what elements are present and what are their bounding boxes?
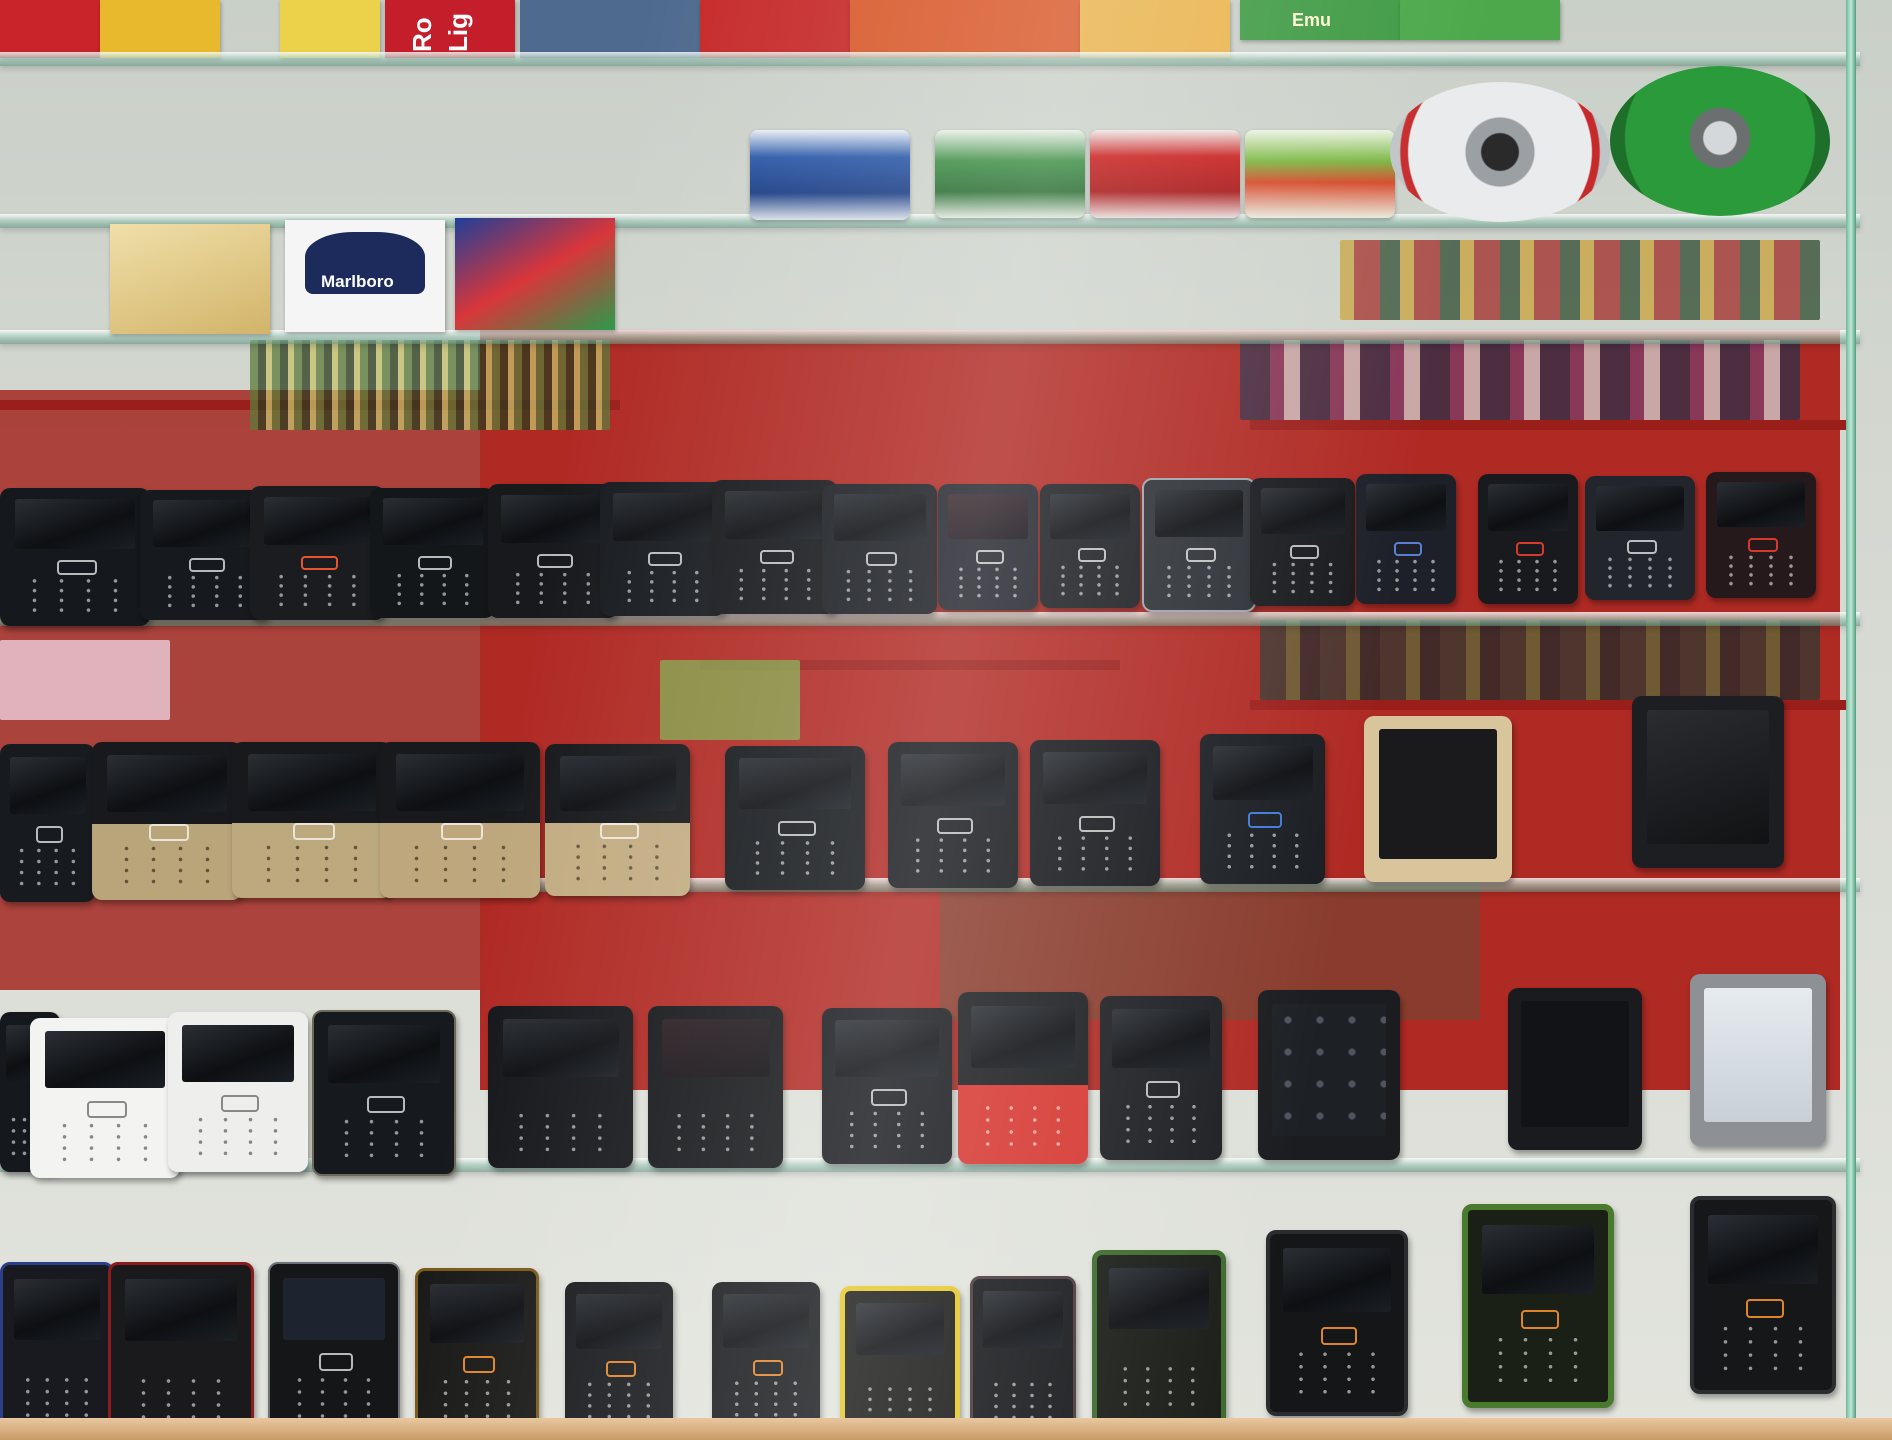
green-round-speaker: [1610, 66, 1830, 216]
bg-products: [660, 660, 800, 740]
gold-feature-phone: [232, 742, 392, 898]
feature-phone: [0, 488, 150, 626]
feature-phone: [600, 482, 725, 616]
white-feature-phone: [168, 1012, 308, 1172]
product-box: [850, 0, 1080, 58]
rugged-phone: [0, 1262, 114, 1438]
feature-phone: [312, 1010, 456, 1176]
feature-phone: [488, 1006, 633, 1168]
feature-phone: [370, 488, 495, 618]
feature-phone: [250, 486, 385, 620]
feature-phone: [725, 746, 865, 890]
bg-products: [1240, 340, 1800, 420]
smartphone: [1508, 988, 1642, 1150]
product-box: Emu: [1240, 0, 1400, 40]
product-box: [520, 0, 700, 58]
feature-phone: [1200, 734, 1325, 884]
box-label: Lig: [443, 13, 473, 52]
product-box: [0, 0, 100, 58]
feature-phone: [1142, 478, 1256, 612]
rugged-phone: [1690, 1196, 1836, 1394]
feature-phone: [648, 1006, 783, 1168]
product-box: [100, 0, 220, 58]
product-box: [1400, 0, 1560, 40]
gold-feature-phone: [92, 742, 242, 900]
bg-products: [1340, 240, 1820, 320]
white-feature-phone: [30, 1018, 180, 1178]
rugged-phone-green: [1092, 1250, 1226, 1428]
mobile-phone-display-case: Ro Lig Emu Marlboro: [0, 0, 1892, 1440]
feature-phone: [1585, 476, 1695, 600]
rugged-phone: [415, 1268, 539, 1438]
feature-phone: [1100, 996, 1222, 1160]
feature-phone: [822, 484, 937, 614]
feature-phone: [0, 744, 95, 902]
display-case-base: [0, 1418, 1892, 1440]
box-label: Marlboro: [321, 272, 394, 291]
bg-products: [250, 340, 610, 430]
rugged-phone: [565, 1282, 673, 1434]
feature-phone: [488, 484, 618, 618]
tablet-phone: [1632, 696, 1784, 868]
feature-phone: [1706, 472, 1816, 598]
rugged-phone: [108, 1262, 254, 1440]
box-label: Ro: [407, 17, 437, 52]
gold-feature-phone: [545, 744, 690, 896]
gold-feature-phone: [380, 742, 540, 898]
rugged-phone-green: [1462, 1204, 1614, 1408]
feature-phone: [1250, 478, 1355, 606]
feature-phone: [712, 480, 837, 614]
rugged-phone: [1266, 1230, 1408, 1416]
product-box: [455, 218, 615, 330]
glass-shelf: [0, 52, 1860, 66]
pepsi-speaker: [750, 130, 910, 220]
feature-phone: [888, 742, 1018, 888]
feature-phone: [1478, 474, 1578, 604]
feature-phone: [822, 1008, 952, 1164]
product-box: Ro Lig: [385, 0, 515, 58]
product-box: [1080, 0, 1230, 58]
red-feature-phone: [958, 992, 1088, 1164]
sprite-speaker: [935, 130, 1085, 218]
feature-phone: [1030, 740, 1160, 886]
glass-shelf: [0, 214, 1860, 228]
rugged-phone: [712, 1282, 820, 1432]
smartphone-silver: [1690, 974, 1826, 1146]
rugged-phone: [970, 1276, 1076, 1438]
smartphone-gold: [1364, 716, 1512, 882]
bg-products: [0, 640, 170, 720]
marlboro-style-box: Marlboro: [285, 220, 445, 332]
feature-phone: [1040, 484, 1140, 608]
white-round-speaker: [1390, 82, 1610, 222]
display-case-frame-edge: [1846, 0, 1856, 1440]
rugged-phone-yellow: [840, 1286, 960, 1440]
feature-phone: [1356, 474, 1456, 604]
feature-phone: [268, 1262, 400, 1438]
bg-products: [1260, 620, 1820, 700]
7up-speaker: [1245, 130, 1395, 218]
box-label: Emu: [1292, 10, 1332, 30]
product-box: [280, 0, 380, 58]
coca-cola-speaker: [1090, 130, 1240, 218]
bg-shelf: [1250, 420, 1850, 430]
feature-phone: [938, 484, 1038, 610]
product-box: [110, 224, 270, 334]
product-box: [700, 0, 850, 58]
glass-shelf: [0, 330, 1860, 344]
smartphone: [1258, 990, 1400, 1160]
